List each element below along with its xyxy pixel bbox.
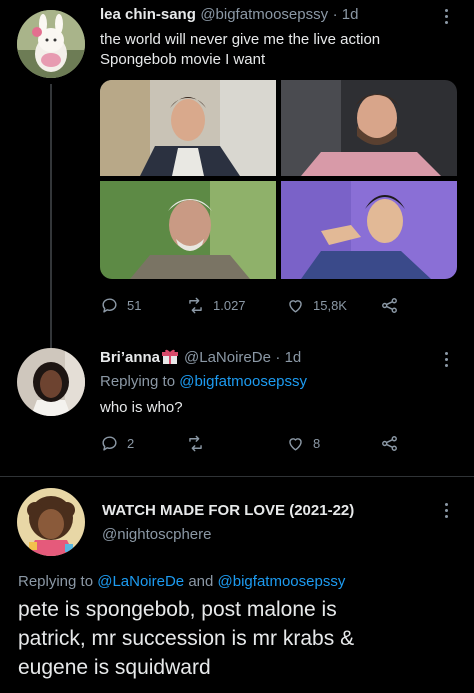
retweet-button[interactable] [186, 434, 286, 453]
tweet-text-line: patrick, mr succession is mr krabs & [18, 627, 355, 650]
retweet-button[interactable]: 1.027 [186, 296, 286, 315]
avatar-lea-image [17, 10, 85, 78]
more-icon[interactable] [445, 9, 449, 24]
reply-icon [102, 298, 117, 313]
photo-pete[interactable] [100, 80, 276, 176]
like-count: 15,8K [313, 298, 347, 313]
like-button[interactable]: 15,8K [286, 296, 380, 315]
replying-to: Replying to @LaNoireDe and @bigfatmoosep… [18, 573, 345, 590]
tweet-3-header: WATCH MADE FOR LOVE (2021-22) @nightoscp… [102, 502, 354, 543]
retweet-icon [189, 435, 202, 452]
author-name[interactable]: WATCH MADE FOR LOVE (2021-22) [102, 502, 354, 519]
share-icon [382, 436, 397, 451]
replying-to-link[interactable]: @LaNoireDe [97, 573, 184, 590]
replying-to: Replying to @bigfatmoosepssy [100, 373, 307, 390]
like-count: 8 [313, 436, 321, 451]
replying-to-label: Replying to [18, 573, 94, 590]
avatar-brianna-image [17, 348, 85, 416]
photo-mr-succession[interactable] [100, 181, 276, 279]
replying-to-label: Replying to [100, 373, 176, 390]
share-button[interactable] [380, 434, 399, 453]
reply-icon [102, 436, 117, 451]
tweet-text-line: pete is spongebob, post malone is [18, 598, 337, 621]
avatar-nightoscphere[interactable] [17, 488, 85, 556]
avatar-lea[interactable] [17, 10, 85, 78]
like-icon [289, 300, 302, 313]
thread-line-1 [50, 84, 52, 352]
reply-count: 51 [127, 298, 142, 313]
reply-button[interactable]: 2 [100, 434, 186, 453]
replying-to-link[interactable]: @bigfatmoosepssy [218, 573, 346, 590]
timestamp[interactable]: · 1d [275, 349, 301, 366]
tweet-1-header: lea chin-sang @bigfatmoosepssy · 1d [100, 6, 358, 24]
author-handle[interactable]: @bigfatmoosepssy [200, 6, 328, 23]
timestamp[interactable]: · 1d [333, 6, 359, 23]
author-handle[interactable]: @nightoscphere [102, 526, 354, 543]
like-button[interactable]: 8 [286, 434, 380, 453]
tweet-text-line: Spongebob movie I want [100, 51, 266, 68]
author-name[interactable]: lea chin-sang [100, 6, 196, 23]
more-icon[interactable] [445, 352, 449, 367]
tweet-1-text: the world will never give me the live ac… [100, 30, 380, 70]
retweet-icon [189, 297, 202, 314]
replying-to-link[interactable]: @bigfatmoosepssy [179, 373, 307, 390]
tweet-1-actions: 51 1.027 15,8K [100, 296, 440, 315]
retweet-count: 1.027 [213, 298, 246, 313]
reply-count: 2 [127, 436, 135, 451]
replying-to-and: and [188, 573, 214, 590]
photo-post-malone[interactable] [281, 80, 457, 176]
tweet-text-line: eugene is squidward [18, 656, 211, 679]
tweet-2-actions: 2 8 [100, 434, 440, 453]
divider [0, 476, 474, 477]
more-icon[interactable] [445, 503, 449, 518]
share-button[interactable] [380, 296, 399, 315]
tweet-2-header: Bri’anna @LaNoireDe · 1d [100, 349, 301, 367]
tweet-text-line: the world will never give me the live ac… [100, 31, 381, 48]
share-icon [382, 298, 397, 313]
reply-button[interactable]: 51 [100, 296, 186, 315]
avatar-brianna[interactable] [17, 348, 85, 416]
gift-emoji-icon [162, 349, 179, 364]
photo-eugene[interactable] [281, 181, 457, 279]
tweet-3-text: pete is spongebob, post malone is patric… [18, 595, 354, 682]
tweet-2-text: who is who? [100, 399, 183, 416]
author-handle[interactable]: @LaNoireDe [184, 349, 271, 366]
author-name[interactable]: Bri’anna [100, 349, 160, 366]
avatar-nightoscphere-image [17, 488, 85, 556]
like-icon [289, 438, 302, 451]
